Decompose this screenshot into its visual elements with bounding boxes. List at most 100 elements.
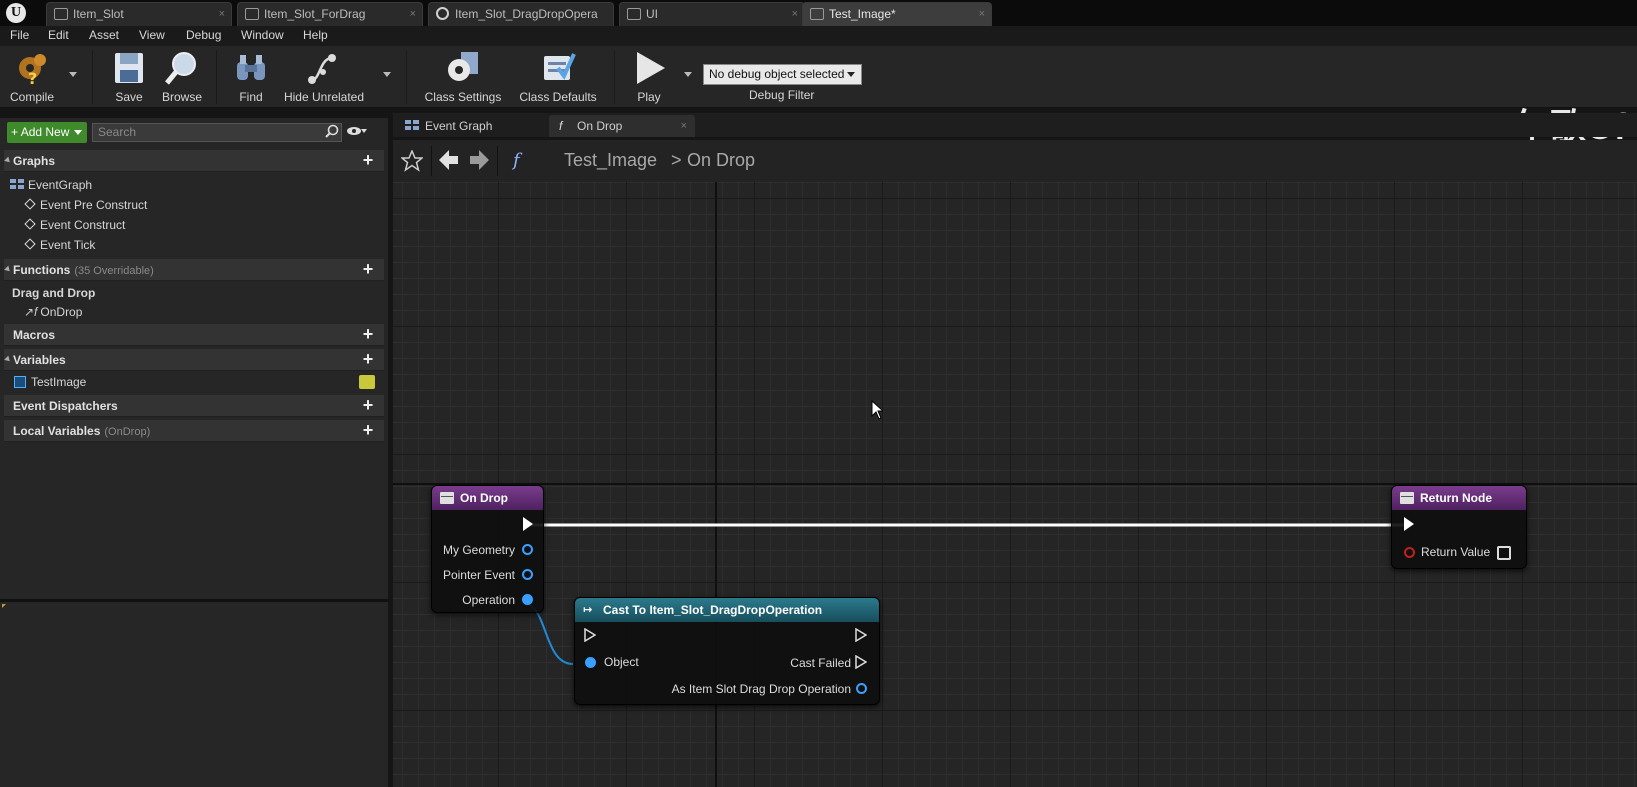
tree-item-test-image-variable[interactable]: TestImage [14,375,382,391]
return-value-checkbox[interactable] [1497,546,1511,560]
save-button[interactable]: Save [106,50,152,104]
pin-my-geometry-label: My Geometry [442,543,515,557]
breadcrumb-function[interactable]: On Drop [687,150,755,171]
menu-file[interactable]: File [10,28,29,42]
doc-tab-item-slot-fordrag[interactable]: Item_Slot_ForDrag × [237,2,423,26]
pin-as-output[interactable] [856,683,867,694]
browse-button[interactable]: Browse [158,50,206,104]
class-settings-button[interactable]: Class Settings [420,50,506,104]
pin-my-geometry[interactable] [522,544,533,555]
save-label: Save [115,90,143,104]
back-arrow-icon[interactable] [439,150,459,170]
category-drag-and-drop[interactable]: Drag and Drop [12,286,95,300]
exec-input-pin[interactable] [584,628,596,642]
hide-unrelated-options-arrow[interactable] [383,72,391,77]
widget-blueprint-icon [810,8,824,20]
doc-tab-test-image[interactable]: Test_Image* × [802,2,992,26]
menu-view[interactable]: View [139,28,165,42]
play-options-arrow[interactable] [684,72,692,77]
menu-debug[interactable]: Debug [186,28,221,42]
play-button[interactable]: Play [624,50,674,104]
macros-title: Macros [13,328,56,342]
close-icon[interactable]: × [681,115,687,137]
breadcrumb-blueprint[interactable]: Test_Image [564,150,657,171]
blueprint-editor: U Item_Slot × Item_Slot_ForDrag × Item_S… [0,0,1637,787]
forward-arrow-icon[interactable] [469,150,489,170]
return-node-header: Return Node [1392,486,1526,510]
debug-object-select[interactable]: No debug object selected [703,64,862,85]
add-dispatcher-plus-icon[interactable]: + [360,396,376,414]
binoculars-icon [237,55,265,80]
tree-item-event-pre-construct[interactable]: Event Pre Construct [24,198,147,212]
breadcrumb-separator: > [671,150,682,170]
search-icon[interactable] [325,124,339,138]
pin-object[interactable] [585,657,596,668]
graphs-section-header[interactable]: Graphs + [4,150,384,172]
hide-unrelated-button[interactable]: Hide Unrelated [282,50,366,104]
exec-input-pin[interactable] [1404,517,1414,531]
add-new-button[interactable]: + Add New [7,122,87,143]
tree-item-event-tick[interactable]: Event Tick [24,238,95,252]
pin-cast-failed-label: Cast Failed [790,656,851,670]
pin-pointer-event[interactable] [522,569,533,580]
exec-output-pin[interactable] [523,517,533,531]
find-button[interactable]: Find [230,50,272,104]
view-options-eye-icon[interactable] [346,125,368,137]
search-input[interactable]: Search [92,123,342,142]
functions-section-header[interactable]: Functions (35 Overridable) + [4,259,384,281]
event-diamond-icon [24,238,36,250]
menu-edit[interactable]: Edit [48,28,69,42]
doc-tab-dragdrop-operation[interactable]: Item_Slot_DragDropOpera [428,2,614,26]
add-graph-plus-icon[interactable]: + [360,151,376,169]
tree-item-event-construct[interactable]: Event Construct [24,218,125,232]
doc-tab-label: Test_Image* [829,7,896,21]
function-entry-icon [440,492,454,504]
event-dispatchers-section-header[interactable]: Event Dispatchers + [4,395,384,417]
functions-label: Functions [13,263,71,277]
tab-on-drop[interactable]: f On Drop × [549,115,695,137]
on-drop-node[interactable]: On Drop My Geometry Pointer Event Operat… [431,485,544,613]
cast-arrow-icon: ↦ [583,604,593,616]
star-bookmark-icon[interactable] [401,150,423,172]
event-dispatchers-title: Event Dispatchers [13,399,118,413]
return-node[interactable]: Return Node Return Value [1391,485,1527,569]
pin-return-value[interactable] [1404,547,1415,558]
close-icon[interactable]: × [219,3,225,25]
tab-on-drop-label: On Drop [577,119,623,133]
add-local-variable-plus-icon[interactable]: + [360,421,376,439]
compile-options-arrow[interactable] [69,72,77,77]
pin-operation[interactable] [522,594,533,605]
cast-to-node[interactable]: ↦ Cast To Item_Slot_DragDropOperation Ob… [574,597,880,705]
exec-cast-failed-pin[interactable] [855,655,867,669]
doc-tab-label: UI [646,7,658,21]
menu-asset[interactable]: Asset [89,28,119,42]
local-variables-section-header[interactable]: Local Variables (OnDrop) + [4,420,384,442]
macros-section-header[interactable]: Macros + [4,324,384,346]
menu-help[interactable]: Help [303,28,328,42]
variables-section-header[interactable]: Variables + [4,349,384,371]
play-icon [637,52,665,84]
doc-tab-ui[interactable]: UI × [619,2,805,26]
menu-window[interactable]: Window [241,28,284,42]
close-icon[interactable]: × [792,3,798,25]
exec-output-pin[interactable] [855,628,867,642]
local-variables-title: Local Variables (OnDrop) [13,424,150,438]
tree-item-event-graph[interactable]: EventGraph [10,178,92,192]
graph-canvas[interactable]: On Drop My Geometry Pointer Event Operat… [393,182,1637,787]
visibility-eye-icon[interactable] [359,375,375,389]
hide-unrelated-label: Hide Unrelated [283,90,365,104]
add-variable-plus-icon[interactable]: + [360,350,376,368]
add-macro-plus-icon[interactable]: + [360,325,376,343]
class-defaults-button[interactable]: Class Defaults [516,50,600,104]
close-icon[interactable]: × [410,3,416,25]
compile-button[interactable]: ? Compile [6,50,58,104]
tab-event-graph[interactable]: Event Graph [397,115,537,137]
on-drop-node-header: On Drop [432,486,543,510]
close-icon[interactable]: × [979,3,985,25]
tree-item-on-drop-function[interactable]: ↗f OnDrop [24,305,82,319]
doc-tab-item-slot[interactable]: Item_Slot × [46,2,232,26]
object-wire[interactable] [523,603,574,665]
add-function-plus-icon[interactable]: + [360,260,376,278]
debug-filter-label: Debug Filter [749,88,815,102]
widget-blueprint-icon [245,8,259,20]
